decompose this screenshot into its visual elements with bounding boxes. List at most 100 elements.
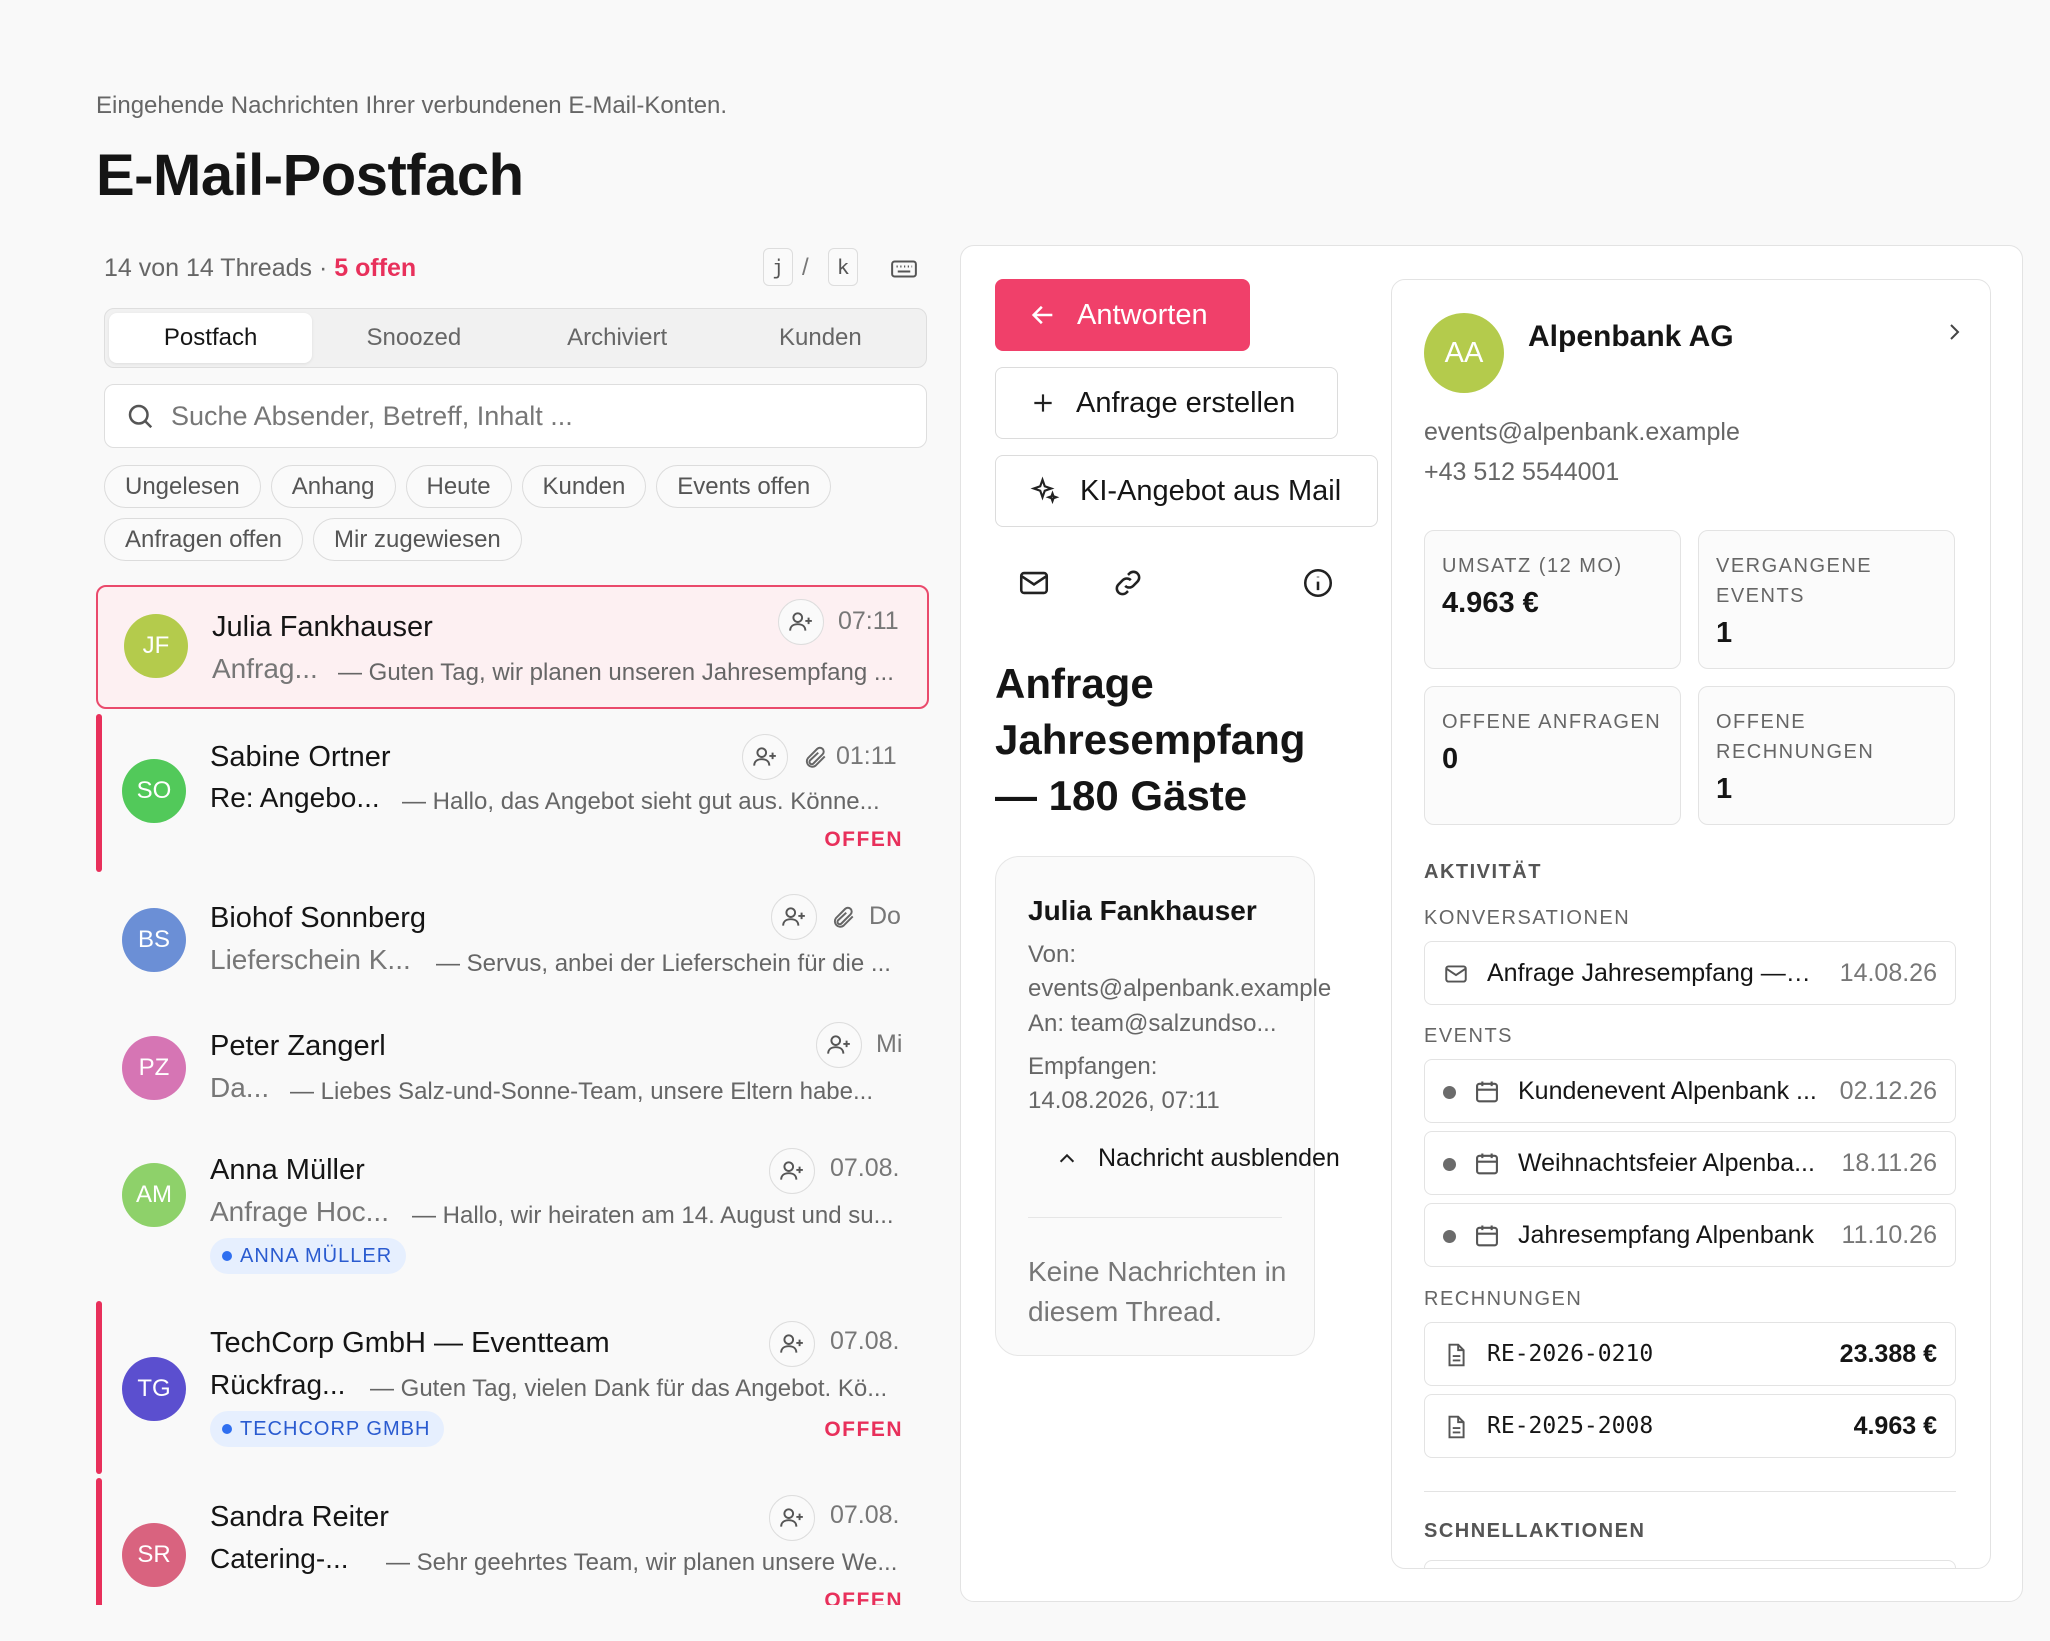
- info-icon[interactable]: [1301, 566, 1335, 600]
- thread-item[interactable]: TG TechCorp GmbH — Eventteam Rückfrag...…: [96, 1301, 929, 1474]
- ai-offer-button[interactable]: KI-Angebot aus Mail: [995, 455, 1378, 527]
- assign-user-button[interactable]: [769, 1321, 815, 1367]
- invoice-item[interactable]: RE-2026-0210 23.388 €: [1424, 1322, 1956, 1386]
- avatar: PZ: [122, 1036, 186, 1100]
- open-count: 5 offen: [334, 254, 417, 282]
- thread-item[interactable]: BS Biohof Sonnberg Lieferschein K... — S…: [96, 872, 929, 1000]
- activity-heading: AKTIVITÄT: [1424, 861, 1542, 883]
- tab-archiviert[interactable]: Archiviert: [516, 313, 719, 363]
- event-item[interactable]: Kundenevent Alpenbank ... 02.12.26: [1424, 1059, 1956, 1123]
- kbd-prev-hint: j: [763, 248, 793, 286]
- mail-icon[interactable]: [1017, 566, 1051, 600]
- stat-umsatz: UMSATZ (12 MO) 4.963 €: [1424, 530, 1681, 669]
- assign-user-button[interactable]: [816, 1022, 862, 1068]
- status-badge: OFFEN: [824, 1589, 903, 1605]
- thread-preview: — Hallo, wir heiraten am 14. August und …: [412, 1202, 894, 1229]
- calendar-icon: [1476, 1081, 1498, 1103]
- conversation-title: Anfrage Jahresempfang — 1...: [1487, 959, 1817, 987]
- thread-item[interactable]: SO Sabine Ortner Re: Angebo... — Hallo, …: [96, 714, 929, 872]
- thread-item[interactable]: SR Sandra Reiter Catering-... — Sehr gee…: [96, 1478, 929, 1605]
- calendar-icon: [1476, 1225, 1498, 1247]
- thread-item[interactable]: JF Julia Fankhauser Anfrag... — Guten Ta…: [96, 585, 929, 709]
- search-input[interactable]: [171, 400, 871, 432]
- stat-label: OFFENE RECHNUNGEN: [1716, 711, 1875, 763]
- event-title: Kundenevent Alpenbank ...: [1518, 1077, 1817, 1105]
- keyboard-icon[interactable]: [889, 254, 919, 284]
- assign-user-button[interactable]: [742, 734, 788, 780]
- stat-label: UMSATZ (12 MO): [1442, 555, 1623, 577]
- thread-detail-panel: Antworten Anfrage erstellen KI-Angebot a…: [960, 245, 2023, 1602]
- assign-user-button[interactable]: [769, 1495, 815, 1541]
- event-status-dot: [1443, 1230, 1456, 1243]
- stat-label: OFFENE ANFRAGEN: [1442, 711, 1662, 733]
- quick-action-item[interactable]: [1424, 1560, 1956, 1568]
- thread-sender: Anna Müller: [210, 1154, 365, 1186]
- assign-user-button[interactable]: [771, 894, 817, 940]
- customer-phone: +43 512 5544001: [1424, 458, 1620, 486]
- customer-tag[interactable]: TECHCORP GMBH: [210, 1411, 445, 1447]
- thread-time: 07.08.: [830, 1327, 900, 1355]
- tag-dot: [222, 1251, 232, 1261]
- tab-kunden[interactable]: Kunden: [719, 313, 922, 363]
- message-received-label: Empfangen:: [1028, 1053, 1158, 1080]
- avatar: BS: [122, 908, 186, 972]
- create-request-button[interactable]: Anfrage erstellen: [995, 367, 1338, 439]
- filter-heute[interactable]: Heute: [405, 465, 512, 508]
- empty-thread-text: Keine Nachrichten in diesem Thread.: [1028, 1256, 1287, 1327]
- conversation-item[interactable]: Anfrage Jahresempfang — 1... 14.08.26: [1424, 941, 1956, 1005]
- calendar-icon: [1476, 1153, 1498, 1175]
- reply-button[interactable]: Antworten: [995, 279, 1250, 351]
- invoice-number: RE-2026-0210: [1487, 1341, 1654, 1367]
- divider: [1424, 1491, 1956, 1492]
- thread-preview: — Sehr geehrtes Team, wir planen unsere …: [386, 1549, 898, 1576]
- attachment-icon: [805, 746, 826, 768]
- tab-snoozed[interactable]: Snoozed: [312, 313, 515, 363]
- thread-subject: Anfrage Hoc...: [210, 1196, 389, 1227]
- conversation-date: 14.08.26: [1839, 959, 1937, 987]
- plus-icon: [1034, 394, 1052, 412]
- stat-label: VERGANGENE EVENTS: [1716, 555, 1873, 607]
- filter-anfragen-offen[interactable]: Anfragen offen: [104, 518, 304, 561]
- invoice-item[interactable]: RE-2025-2008 4.963 €: [1424, 1394, 1956, 1458]
- user-plus-icon: [780, 1161, 803, 1180]
- toggle-message-label: Nachricht ausblenden: [1098, 1144, 1340, 1172]
- mail-icon: [1445, 965, 1467, 983]
- assign-user-button[interactable]: [778, 599, 824, 645]
- invoice-number: RE-2025-2008: [1487, 1413, 1654, 1439]
- chevron-up-icon: [1059, 1153, 1075, 1162]
- invoices-heading: RECHNUNGEN: [1424, 1288, 1583, 1310]
- filter-anhang[interactable]: Anhang: [270, 465, 396, 508]
- customer-tag[interactable]: ANNA MÜLLER: [210, 1238, 407, 1274]
- message-card: Julia Fankhauser Von: events@alpenbank.e…: [995, 856, 1340, 1356]
- tag-dot: [222, 1424, 232, 1434]
- thread-sender: Sandra Reiter: [210, 1501, 389, 1533]
- toggle-message-button[interactable]: Nachricht ausblenden: [1056, 1144, 1340, 1173]
- stat-value: 1: [1716, 773, 1733, 805]
- events-heading: EVENTS: [1424, 1025, 1514, 1047]
- event-date: 18.11.26: [1841, 1149, 1937, 1177]
- thread-item[interactable]: AM Anna Müller Anfrage Hoc... — Hallo, w…: [96, 1128, 929, 1301]
- customer-name[interactable]: Alpenbank AG: [1528, 320, 1734, 354]
- thread-sender: Julia Fankhauser: [212, 611, 433, 643]
- tab-postfach[interactable]: Postfach: [109, 313, 313, 363]
- thread-item[interactable]: PZ Peter Zangerl Da... — Liebes Salz-und…: [96, 1000, 929, 1128]
- thread-preview: — Guten Tag, vielen Dank für das Angebot…: [370, 1375, 888, 1402]
- user-plus-icon: [753, 747, 776, 766]
- filter-events-offen[interactable]: Events offen: [656, 465, 832, 508]
- filter-kunden[interactable]: Kunden: [521, 465, 647, 508]
- attachment-icon: [833, 906, 854, 928]
- assign-user-button[interactable]: [769, 1148, 815, 1194]
- filter-mir-zugewiesen[interactable]: Mir zugewiesen: [313, 518, 522, 561]
- event-item[interactable]: Weihnachtsfeier Alpenba... 18.11.26: [1424, 1131, 1956, 1195]
- event-status-dot: [1443, 1086, 1456, 1099]
- user-plus-icon: [782, 907, 805, 926]
- link-icon[interactable]: [1111, 566, 1145, 600]
- conversations-heading: KONVERSATIONEN: [1424, 907, 1631, 929]
- event-item[interactable]: Jahresempfang Alpenbank 11.10.26: [1424, 1203, 1956, 1267]
- chevron-right-icon[interactable]: [1942, 320, 1966, 344]
- kbd-next-hint: k: [828, 248, 858, 286]
- thread-sender: Peter Zangerl: [210, 1030, 386, 1062]
- thread-subject: Rückfrag...: [210, 1369, 346, 1400]
- filter-ungelesen[interactable]: Ungelesen: [104, 465, 261, 508]
- customer-tag-label: TECHCORP GMBH: [240, 1417, 431, 1440]
